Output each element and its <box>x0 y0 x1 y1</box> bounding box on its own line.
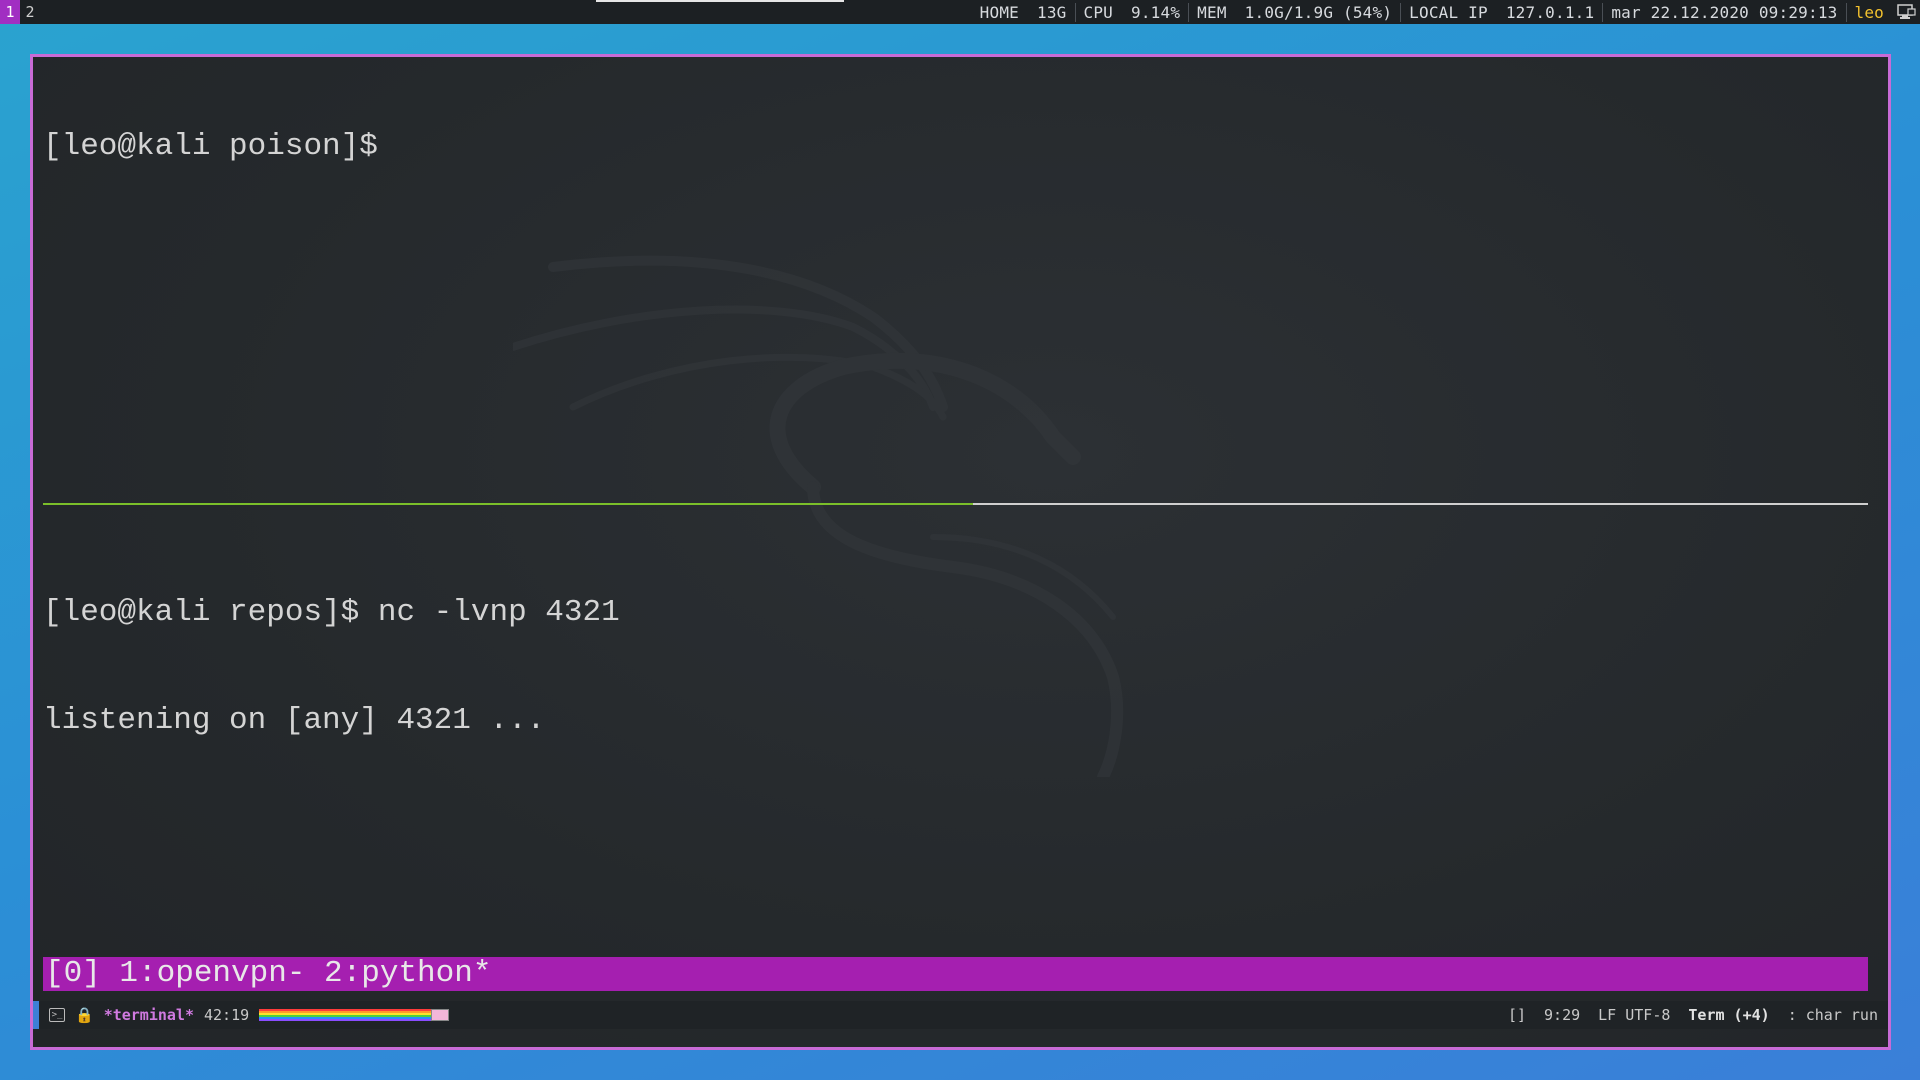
ip-status: LOCAL IP 127.0.1.1 <box>1401 2 1604 22</box>
prompt-line: [leo@kali poison]$ <box>43 129 378 164</box>
focused-window-indicator <box>596 0 844 2</box>
modeline-time: 9:29 <box>1544 1006 1581 1024</box>
emacs-modeline: >_ 🔒 *terminal* 42:19 [] 9:29 LF UTF-8 T… <box>33 1001 1888 1029</box>
pane-divider[interactable] <box>43 503 1868 505</box>
output-line: listening on [any] 4321 ... <box>43 703 546 738</box>
buffer-name[interactable]: *terminal* <box>104 1006 194 1024</box>
workspace-2-button[interactable]: 2 <box>20 0 40 24</box>
command-line: [leo@kali repos]$ nc -lvnp 4321 <box>43 595 620 630</box>
lock-icon: 🔒 <box>75 1006 94 1024</box>
modeline-brackets: [] <box>1507 1006 1527 1024</box>
tmux-bottom-pane[interactable]: [leo@kali repos]$ nc -lvnp 4321 listenin… <box>43 523 620 811</box>
major-mode[interactable]: Term (+4) <box>1688 1006 1769 1024</box>
home-value: 13G <box>1037 2 1067 22</box>
status-area: HOME 13G CPU 9.14% MEM 1.0G/1.9G (54%) LOCA… <box>972 0 1920 24</box>
mem-label: MEM <box>1197 2 1227 22</box>
cpu-value: 9.14% <box>1131 2 1181 22</box>
modeline-right: [] 9:29 LF UTF-8 Term (+4) : char run <box>1508 1006 1878 1024</box>
mem-value: 1.0G/1.9G (54%) <box>1244 2 1393 22</box>
kali-dragon-logo <box>513 255 1124 777</box>
terminal-icon: >_ <box>49 1008 65 1022</box>
cpu-label: CPU <box>1083 2 1113 22</box>
username-text: leo <box>1854 2 1884 22</box>
tmux-top-pane[interactable]: [leo@kali poison]$ <box>43 57 378 237</box>
nyan-cat-icon <box>431 1009 450 1021</box>
workspace-1-button[interactable]: 1 <box>0 0 20 24</box>
username: leo <box>1847 3 1893 22</box>
nyan-progress-bar <box>259 1009 432 1021</box>
top-panel: 1 2 HOME 13G CPU 9.14% MEM 1.0G/1.9G (54%) … <box>0 0 1920 24</box>
clock: mar 22.12.2020 09:29:13 <box>1603 2 1847 22</box>
home-label: HOME <box>979 2 1019 22</box>
cursor-position: 42:19 <box>204 1006 250 1024</box>
ip-value: 127.0.1.1 <box>1505 2 1595 22</box>
home-disk-status: HOME 13G <box>972 2 1076 22</box>
encoding-indicator[interactable]: LF UTF-8 <box>1598 1006 1670 1024</box>
active-pane-indicator <box>43 503 973 505</box>
terminal-window[interactable]: [leo@kali poison]$ [leo@kali repos]$ nc … <box>30 54 1891 1050</box>
mem-status: MEM 1.0G/1.9G (54%) <box>1189 2 1402 22</box>
minor-mode: : char run <box>1787 1006 1878 1024</box>
network-icon[interactable] <box>1892 0 1920 24</box>
tmux-status-bar: [0] 1:openvpn- 2:python* <box>43 957 1868 991</box>
ip-label: LOCAL IP <box>1409 2 1488 22</box>
cpu-status: CPU 9.14% <box>1076 2 1190 22</box>
datetime-text: mar 22.12.2020 09:29:13 <box>1611 2 1838 22</box>
